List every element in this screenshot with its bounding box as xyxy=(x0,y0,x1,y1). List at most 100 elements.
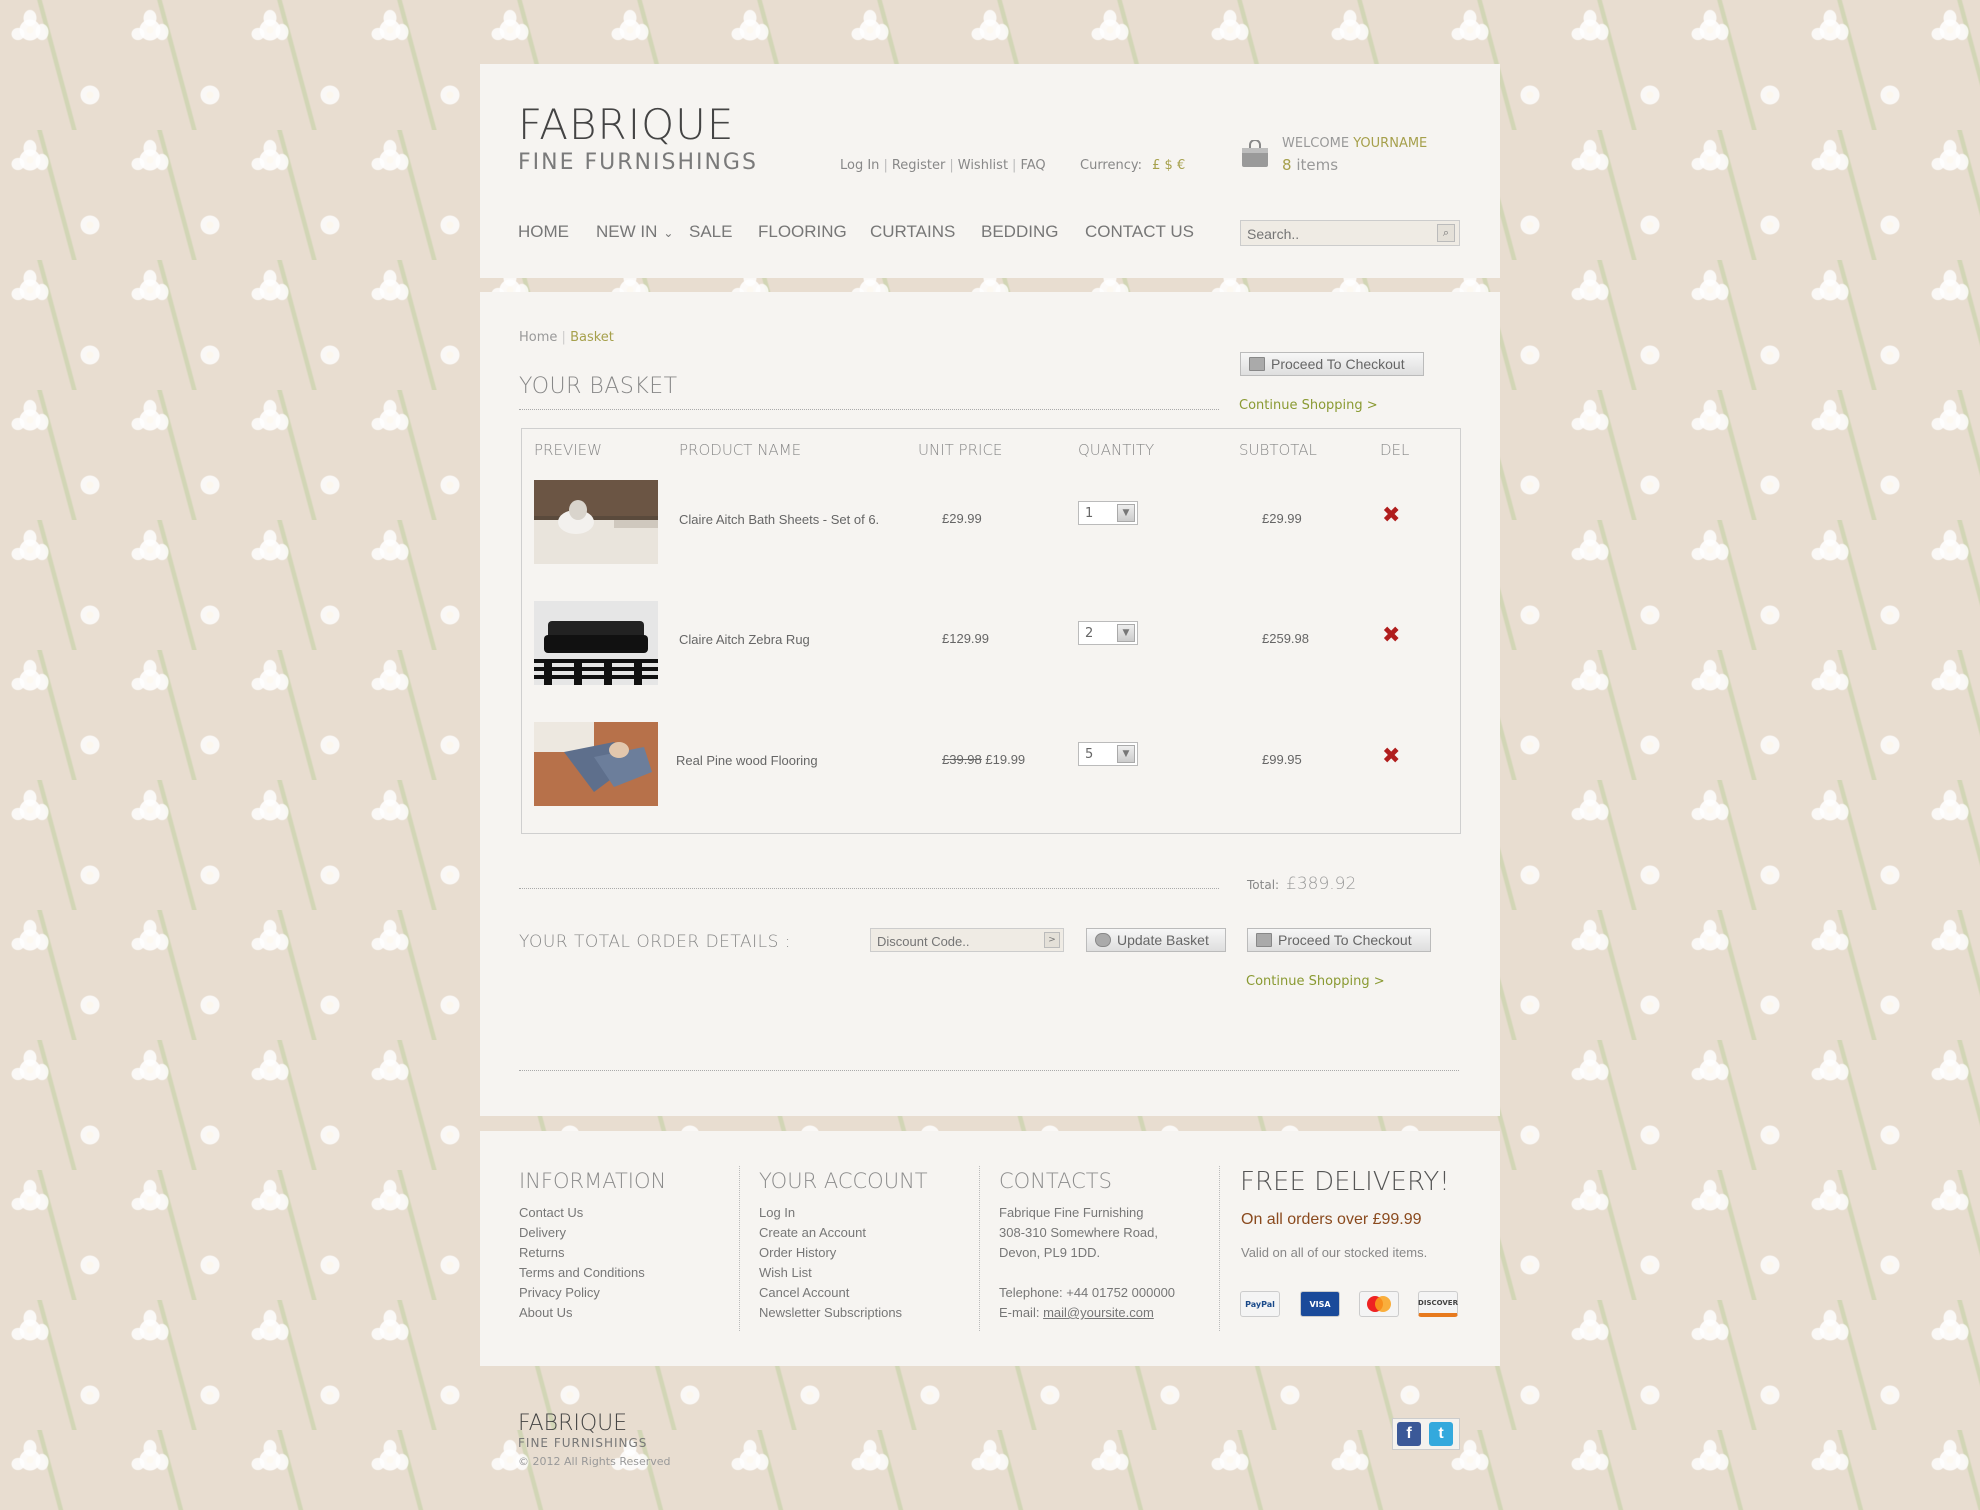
paypal-icon: PayPal xyxy=(1240,1291,1280,1317)
cart-item-count: 8 xyxy=(1282,156,1292,174)
nav-new-in-label: NEW IN xyxy=(596,222,658,241)
nav-sale[interactable]: SALE xyxy=(689,222,732,242)
logo-title[interactable]: FABRIQUE xyxy=(518,100,734,149)
quantity-value: 5 xyxy=(1085,746,1094,762)
login-link[interactable]: Log In xyxy=(840,158,879,173)
quantity-select[interactable]: 5 ▼ xyxy=(1078,742,1138,766)
free-delivery-note: Valid on all of our stocked items. xyxy=(1241,1245,1428,1260)
currency-selector: Currency: £ $ € xyxy=(1080,158,1185,173)
product-name[interactable]: Real Pine wood Flooring xyxy=(676,753,818,768)
subtotal: £29.99 xyxy=(1262,511,1302,526)
nav-new-in[interactable]: NEW IN ⌄ xyxy=(596,222,673,242)
free-delivery-subtitle: On all orders over £99.99 xyxy=(1241,1211,1422,1228)
product-name[interactable]: Claire Aitch Zebra Rug xyxy=(679,632,810,647)
col-subtotal: SUBTOTAL xyxy=(1239,441,1317,459)
footer-panel: INFORMATION Contact Us Delivery Returns … xyxy=(480,1131,1500,1366)
update-basket-label: Update Basket xyxy=(1117,932,1209,948)
unit-price: £29.99 xyxy=(942,511,982,526)
refresh-icon xyxy=(1095,933,1111,947)
divider xyxy=(1219,1166,1220,1331)
divider xyxy=(519,888,1219,889)
quantity-select[interactable]: 2 ▼ xyxy=(1078,621,1138,645)
logo-tagline: FINE FURNISHINGS xyxy=(518,150,758,175)
nav-contact-us[interactable]: CONTACT US xyxy=(1085,222,1194,242)
wishlist-link[interactable]: Wishlist xyxy=(958,158,1008,173)
footer-link[interactable]: Contact Us xyxy=(519,1203,645,1223)
shopping-bag-icon[interactable] xyxy=(1240,139,1270,168)
subtotal: £99.95 xyxy=(1262,752,1302,767)
footer-link[interactable]: Returns xyxy=(519,1243,645,1263)
separator: | xyxy=(1012,158,1017,173)
continue-shopping-link-bottom[interactable]: Continue Shopping > xyxy=(1246,974,1385,989)
footer-link[interactable]: Privacy Policy xyxy=(519,1283,645,1303)
twitter-icon[interactable]: t xyxy=(1429,1422,1453,1446)
total-label: Total: xyxy=(1247,878,1280,892)
separator: | xyxy=(883,158,888,173)
arrow-right-icon[interactable]: > xyxy=(1044,932,1060,948)
register-link[interactable]: Register xyxy=(892,158,946,173)
facebook-icon[interactable]: f xyxy=(1397,1422,1421,1446)
product-image-zebra-rug[interactable] xyxy=(534,601,658,685)
nav-curtains[interactable]: CURTAINS xyxy=(870,222,955,242)
footer-link[interactable]: About Us xyxy=(519,1303,645,1323)
footer-information-title: INFORMATION xyxy=(519,1169,667,1193)
search-icon[interactable]: ⌕ xyxy=(1437,224,1455,242)
bottom-logo-title[interactable]: FABRIQUE xyxy=(518,1411,627,1436)
checkout-icon xyxy=(1256,933,1272,947)
checkout-label: Proceed To Checkout xyxy=(1278,932,1412,948)
social-links: f t xyxy=(1392,1418,1460,1450)
breadcrumb-current: Basket xyxy=(570,330,614,345)
product-image-towels[interactable] xyxy=(534,480,658,564)
discount-code-input[interactable] xyxy=(875,932,1039,950)
header-panel: FABRIQUE FINE FURNISHINGS Log In | Registe… xyxy=(480,64,1500,278)
delete-icon[interactable]: ✖ xyxy=(1382,744,1400,769)
col-del: DEL xyxy=(1380,441,1410,459)
footer-link[interactable]: Wish List xyxy=(759,1263,902,1283)
welcome-text: WELCOME YOURNAME xyxy=(1282,136,1427,151)
chevron-down-icon: ▼ xyxy=(1117,624,1135,642)
update-basket-button[interactable]: Update Basket xyxy=(1086,928,1226,952)
footer-link[interactable]: Create an Account xyxy=(759,1223,902,1243)
footer-link[interactable]: Cancel Account xyxy=(759,1283,902,1303)
divider xyxy=(739,1166,740,1331)
unit-price-group: £39.98 £19.99 xyxy=(942,752,1025,767)
company-name: Fabrique Fine Furnishing xyxy=(999,1205,1144,1220)
quantity-select[interactable]: 1 ▼ xyxy=(1078,501,1138,525)
footer-link[interactable]: Newsletter Subscriptions xyxy=(759,1303,902,1323)
email-link[interactable]: mail@yoursite.com xyxy=(1043,1305,1154,1320)
nav-bedding[interactable]: BEDDING xyxy=(981,222,1058,242)
nav-flooring[interactable]: FLOORING xyxy=(758,222,847,242)
search-box: ⌕ xyxy=(1240,220,1460,246)
order-details-title: YOUR TOTAL ORDER DETAILS : xyxy=(519,932,792,952)
search-input[interactable] xyxy=(1245,224,1429,244)
delete-icon[interactable]: ✖ xyxy=(1382,623,1400,648)
proceed-to-checkout-button-bottom[interactable]: Proceed To Checkout xyxy=(1247,928,1431,952)
col-preview: PREVIEW xyxy=(534,441,602,459)
chevron-down-icon: ▼ xyxy=(1117,745,1135,763)
currency-label: Currency: xyxy=(1080,158,1143,173)
username[interactable]: YOURNAME xyxy=(1353,136,1427,151)
faq-link[interactable]: FAQ xyxy=(1020,158,1045,173)
total-value: £389.92 xyxy=(1286,874,1357,894)
currency-options[interactable]: £ $ € xyxy=(1152,158,1185,173)
breadcrumb-home[interactable]: Home xyxy=(519,330,557,345)
cart-count[interactable]: 8 items xyxy=(1282,156,1338,174)
proceed-to-checkout-button[interactable]: Proceed To Checkout xyxy=(1240,352,1424,376)
unit-price: £129.99 xyxy=(942,631,989,646)
quantity-value: 2 xyxy=(1085,625,1094,641)
delete-icon[interactable]: ✖ xyxy=(1382,503,1400,528)
divider xyxy=(519,409,1219,410)
chevron-down-icon: ⌄ xyxy=(663,226,674,240)
product-name[interactable]: Claire Aitch Bath Sheets - Set of 6. xyxy=(679,512,879,527)
nav-home[interactable]: HOME xyxy=(518,222,569,242)
telephone: Telephone: +44 01752 000000 xyxy=(999,1285,1176,1300)
checkout-icon xyxy=(1249,357,1265,371)
footer-link[interactable]: Terms and Conditions xyxy=(519,1263,645,1283)
continue-shopping-link[interactable]: Continue Shopping > xyxy=(1239,398,1378,413)
footer-link[interactable]: Order History xyxy=(759,1243,902,1263)
product-image-wood-flooring[interactable] xyxy=(534,722,658,806)
footer-contacts-title: CONTACTS xyxy=(999,1169,1112,1193)
footer-link[interactable]: Delivery xyxy=(519,1223,645,1243)
footer-link[interactable]: Log In xyxy=(759,1203,902,1223)
